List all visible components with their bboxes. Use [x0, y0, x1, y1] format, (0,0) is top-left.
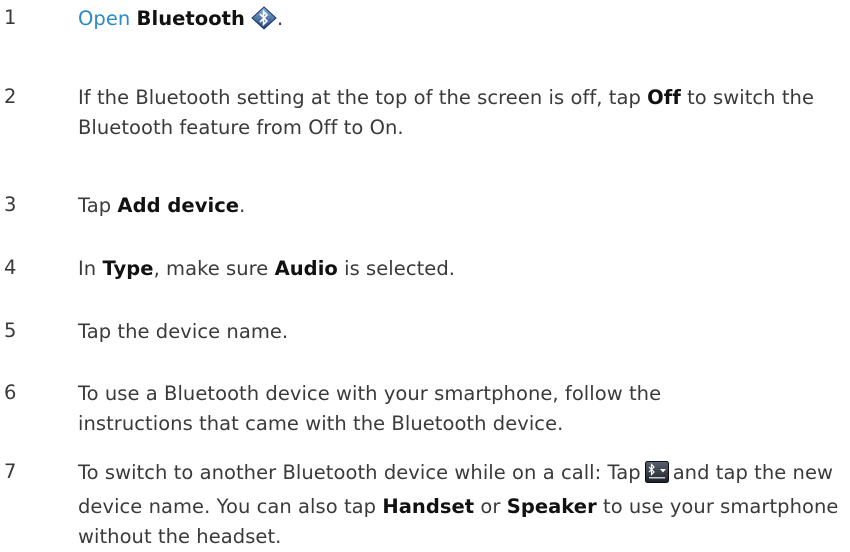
step-text: To use a Bluetooth device with your smar… — [78, 382, 662, 435]
step-text: To switch to another Bluetooth device wh… — [78, 458, 843, 552]
step-text: Tap Add device. — [78, 191, 848, 221]
step-text: If the Bluetooth setting at the top of t… — [78, 83, 848, 143]
text-part: Tap — [78, 194, 112, 217]
step-number: 3 — [4, 193, 17, 216]
step-number: 5 — [4, 319, 17, 342]
text-part: In — [78, 257, 97, 280]
step-number: 6 — [4, 381, 17, 404]
type-label: Type — [102, 257, 154, 280]
step-number: 4 — [4, 256, 17, 279]
step-text: In Type, make sure Audio is selected. — [78, 254, 848, 284]
step-text: Tap the device name. — [78, 320, 289, 343]
step-text: Open Bluetooth . — [78, 4, 848, 39]
step-number: 7 — [4, 460, 17, 483]
bluetooth-label: Bluetooth — [136, 7, 245, 30]
step-suffix: . — [276, 7, 284, 30]
text-part: . — [239, 194, 246, 217]
bluetooth-icon — [251, 6, 277, 39]
step-number: 1 — [4, 6, 17, 29]
add-device-label: Add device — [117, 194, 240, 217]
text-part: is selected. — [344, 257, 456, 280]
text-part: To switch to another Bluetooth device wh… — [78, 461, 641, 484]
text-part: or — [480, 495, 501, 518]
audio-source-icon[interactable] — [644, 461, 669, 492]
text-part: If the Bluetooth setting at the top of t… — [78, 86, 641, 109]
audio-label: Audio — [274, 257, 338, 280]
open-link[interactable]: Open — [78, 7, 130, 30]
text-part: , make sure — [153, 257, 269, 280]
speaker-label: Speaker — [506, 495, 597, 518]
step-number: 2 — [4, 85, 17, 108]
off-label: Off — [647, 86, 681, 109]
handset-label: Handset — [382, 495, 475, 518]
